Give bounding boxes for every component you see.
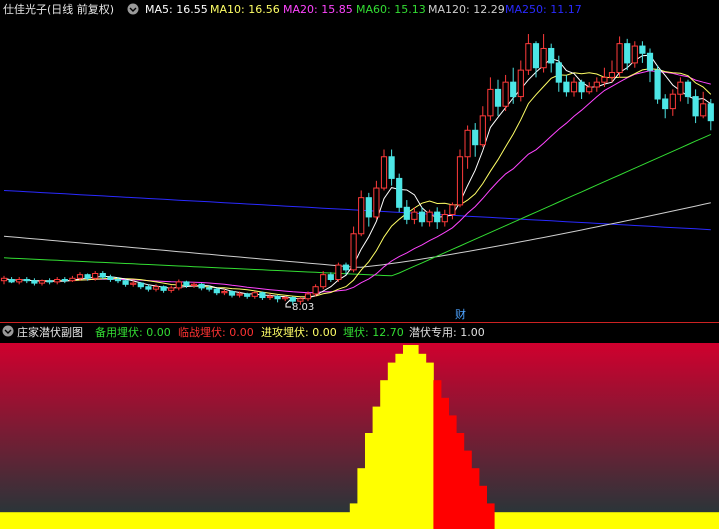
- yellow-bar: [418, 353, 427, 529]
- legend-ma10: MA10: 16.56: [210, 3, 280, 16]
- candle: [335, 262, 342, 282]
- legend-ma5: MA5: 16.55: [145, 3, 208, 16]
- candle: [350, 226, 357, 273]
- low-value-label: 8.03: [292, 302, 314, 313]
- chevron-down-icon[interactable]: [127, 3, 139, 15]
- legend-ma250: MA250: 11.17: [505, 3, 582, 16]
- indicator-3: 埋伏: 12.70: [343, 325, 404, 339]
- yellow-bar: [395, 353, 404, 529]
- legend-ma20: MA20: 15.85: [283, 3, 353, 16]
- sub-legend: 庄家潜伏副图 备用埋伏: 0.00 临战埋伏: 0.00 进攻埋伏: 0.00 埋伏:…: [2, 325, 485, 339]
- legend-ma120: MA120: 12.29: [428, 3, 505, 16]
- legend-ma60: MA60: 15.13: [356, 3, 426, 16]
- main-legend: 仕佳光子(日线 前复权) MA5: 16.55 MA10: 16.56 MA20: …: [3, 2, 582, 16]
- red-bar: [463, 450, 472, 529]
- red-bar: [441, 397, 449, 529]
- yellow-bar: [365, 433, 373, 529]
- red-bar: [448, 415, 457, 529]
- chevron-down-icon[interactable]: [2, 325, 14, 337]
- yellow-bar: [387, 362, 396, 529]
- yellow-bar: [380, 380, 389, 529]
- candle: [654, 65, 661, 104]
- indicator-4: 潜伏专用: 1.00: [409, 325, 485, 339]
- candle: [358, 190, 365, 237]
- event-marker[interactable]: 财: [455, 307, 466, 321]
- red-bar: [456, 433, 465, 529]
- yellow-bar: [403, 345, 411, 529]
- indicator-2: 进攻埋伏: 0.00: [261, 325, 337, 339]
- indicator-1: 临战埋伏: 0.00: [178, 325, 254, 339]
- stock-label[interactable]: 仕佳光子(日线 前复权): [3, 2, 114, 16]
- indicator-0: 备用埋伏: 0.00: [95, 325, 171, 339]
- yellow-bar: [372, 406, 381, 529]
- yellow-bar: [410, 345, 419, 529]
- candle: [456, 149, 464, 208]
- candle: [396, 173, 403, 213]
- yellow-bar: [425, 362, 434, 529]
- sub-panel-title[interactable]: 庄家潜伏副图: [17, 325, 83, 339]
- red-bar: [433, 380, 442, 529]
- chart-stage: 仕佳光子(日线 前复权) MA5: 16.55 MA10: 16.56 MA20: …: [0, 0, 719, 529]
